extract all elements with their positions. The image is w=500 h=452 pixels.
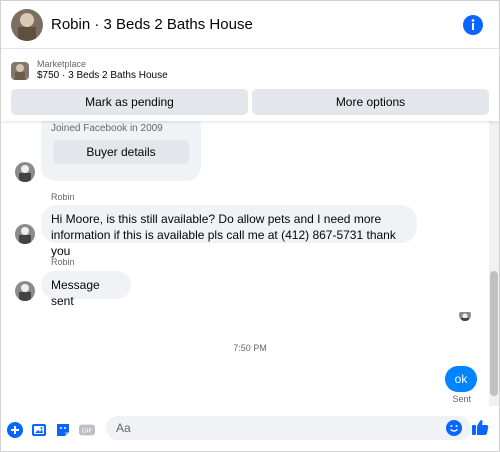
listing-title: $750 · 3 Beds 2 Baths House	[37, 70, 168, 82]
chat-window: Robin · 3 Beds 2 Baths House Marketplace…	[0, 0, 500, 452]
message-bubble[interactable]: Message sent	[41, 271, 131, 308]
sent-status: Sent	[452, 394, 471, 404]
buyer-details-button[interactable]: Buyer details	[53, 140, 189, 164]
marketplace-listing[interactable]: Marketplace $750 · 3 Beds 2 Baths House	[1, 49, 499, 85]
scrollbar-track[interactable]	[489, 121, 499, 406]
info-icon[interactable]	[463, 15, 483, 35]
avatar[interactable]	[11, 8, 43, 41]
outgoing-message-bubble[interactable]: ok	[445, 366, 477, 392]
chat-header: Robin · 3 Beds 2 Baths House	[1, 1, 499, 49]
sender-name: Robin	[51, 257, 75, 267]
listing-thumbnail	[11, 62, 29, 80]
photo-icon[interactable]	[31, 422, 47, 438]
sender-avatar[interactable]	[15, 281, 35, 301]
message-composer: GIF Aa	[1, 406, 499, 451]
marketplace-actions: Mark as pending More options	[11, 89, 489, 115]
sender-avatar[interactable]	[15, 162, 35, 182]
chat-title: Robin · 3 Beds 2 Baths House	[51, 16, 253, 33]
more-options-button[interactable]: More options	[252, 89, 489, 115]
timestamp: 7:50 PM	[233, 343, 267, 353]
marketplace-panel: Marketplace $750 · 3 Beds 2 Baths House …	[1, 49, 499, 121]
message-input-placeholder: Aa	[116, 421, 131, 435]
seen-indicator-avatar	[459, 309, 471, 321]
joined-facebook-text: Joined Facebook in 2009	[51, 123, 163, 134]
gif-label: GIF	[82, 427, 93, 434]
buyer-info-card: Joined Facebook in 2009 Buyer details	[41, 121, 201, 181]
message-bubble[interactable]: Hi Moore, is this still available? Do al…	[41, 205, 417, 258]
mark-pending-button[interactable]: Mark as pending	[11, 89, 248, 115]
message-thread[interactable]: Joined Facebook in 2009 Buyer details Ro…	[1, 121, 499, 406]
add-icon[interactable]	[7, 421, 23, 438]
message-input[interactable]: Aa	[106, 416, 471, 440]
gif-icon[interactable]: GIF	[79, 422, 95, 438]
emoji-icon[interactable]	[446, 420, 462, 436]
marketplace-label: Marketplace	[37, 59, 87, 70]
like-icon[interactable]	[471, 418, 489, 436]
sender-name: Robin	[51, 192, 75, 202]
scrollbar-thumb[interactable]	[490, 271, 498, 396]
sticker-icon[interactable]	[55, 422, 71, 438]
sender-avatar[interactable]	[15, 224, 35, 244]
